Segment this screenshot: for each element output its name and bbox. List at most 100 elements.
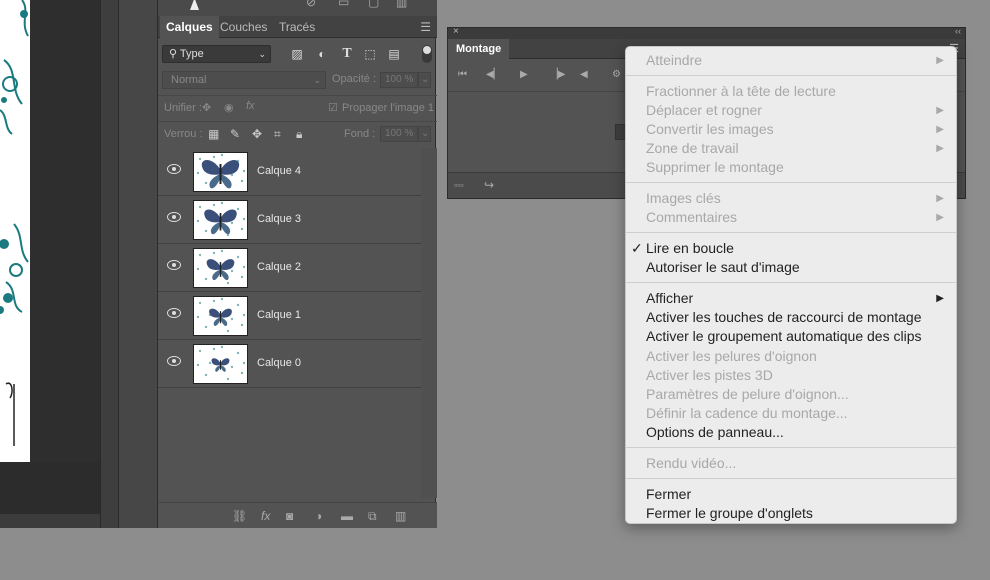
first-frame-icon[interactable]: ⏮ xyxy=(458,69,467,80)
layer-list-scrollbar[interactable] xyxy=(421,148,437,498)
menu-item-label: Paramètres de pelure d'oignon... xyxy=(646,385,849,402)
unify-row: Unifier : ✥ ◉ fx ☑ Propager l'image 1 xyxy=(158,95,437,121)
layer-filter-select[interactable]: ⚲ Type ⌄ xyxy=(162,45,271,63)
lock-transparency-icon[interactable]: ▦ xyxy=(208,127,219,141)
close-icon[interactable]: × xyxy=(453,26,459,37)
eye-icon[interactable] xyxy=(167,356,181,366)
layer-name: Calque 0 xyxy=(257,357,302,369)
tab-couches[interactable]: Couches xyxy=(214,16,273,38)
collapse-icon[interactable]: ‹‹ xyxy=(955,26,961,36)
trash-icon[interactable]: ▥ xyxy=(396,0,407,9)
menu-item[interactable]: Autoriser le saut d'image xyxy=(626,258,956,277)
layers-panel: ⊘ ▭ ▢ ▥ Calques Couches Tracés ☰ ⚲ Type … xyxy=(157,0,437,528)
blend-mode-value: Normal xyxy=(171,74,207,86)
fx-icon[interactable]: fx xyxy=(261,509,270,523)
menu-item[interactable]: Activer les touches de raccourci de mont… xyxy=(626,308,956,327)
unify-style-icon[interactable]: fx xyxy=(246,100,255,112)
slider-thumb-icon[interactable] xyxy=(190,0,199,10)
type-filter-icon[interactable]: T xyxy=(339,46,355,62)
document-page[interactable] xyxy=(0,0,30,462)
menu-item-label: Activer le groupement automatique des cl… xyxy=(646,328,922,345)
submenu-arrow-icon: ▶ xyxy=(936,143,944,155)
menu-item[interactable]: Activer le groupement automatique des cl… xyxy=(626,327,956,346)
menu-item-label: Atteindre xyxy=(646,52,703,68)
trash-icon[interactable]: ▥ xyxy=(395,509,406,523)
checkbox-icon[interactable]: ☑ xyxy=(328,101,338,114)
unify-position-icon[interactable]: ✥ xyxy=(202,101,211,114)
tab-traces[interactable]: Tracés xyxy=(273,16,321,38)
lock-pixels-icon[interactable]: ✎ xyxy=(230,127,240,141)
mask-icon[interactable]: ◙ xyxy=(286,509,293,523)
layer-row[interactable]: Calque 4 xyxy=(158,148,421,196)
layer-row[interactable]: Calque 0 xyxy=(158,340,421,388)
shape-filter-icon[interactable]: ⬚ xyxy=(362,46,378,62)
layer-row[interactable]: Calque 1 xyxy=(158,292,421,340)
floral-ornament-artwork xyxy=(0,0,29,446)
smart-object-filter-icon[interactable]: ▤ xyxy=(386,46,402,62)
submenu-arrow-icon: ▶ xyxy=(936,193,944,205)
layer-thumbnail xyxy=(193,344,248,384)
unify-visibility-icon[interactable]: ◉ xyxy=(224,101,234,114)
adjustment-icon[interactable]: ◑ xyxy=(315,509,322,523)
tab-calques[interactable]: Calques xyxy=(160,16,219,38)
eye-icon[interactable] xyxy=(167,260,181,270)
lock-artboard-icon[interactable]: ⌗ xyxy=(274,127,281,142)
audio-icon[interactable]: ◀ xyxy=(580,69,588,80)
layer-name: Calque 1 xyxy=(257,309,302,321)
panel-menu-icon[interactable]: ☰ xyxy=(420,20,431,34)
menu-item[interactable]: Afficher ▶ xyxy=(626,289,956,308)
menu-item-label: Autoriser le saut d'image xyxy=(646,259,800,276)
folder-icon[interactable]: ▭ xyxy=(338,0,349,9)
menu-item: Supprimer le montage xyxy=(626,158,956,177)
convert-icon[interactable]: ↪ xyxy=(484,178,494,192)
menu-item: Activer les pistes 3D xyxy=(626,366,956,385)
layer-name: Calque 3 xyxy=(257,213,302,225)
canvas-scrollbar[interactable] xyxy=(100,0,118,528)
montage-titlebar: × ‹‹ xyxy=(448,26,965,39)
menu-item[interactable]: Fermer xyxy=(626,485,956,504)
folder-icon[interactable]: ▬ xyxy=(341,509,353,523)
eye-icon[interactable] xyxy=(167,212,181,222)
new-layer-icon[interactable]: ▢ xyxy=(368,0,379,9)
prev-frame-icon[interactable]: ◀▏ xyxy=(486,69,501,80)
tab-montage[interactable]: Montage xyxy=(448,39,510,59)
opacity-field[interactable]: 100 % xyxy=(380,72,418,88)
canvas-pasteboard xyxy=(30,0,100,514)
propagate-label: Propager l'image 1 xyxy=(342,102,434,114)
chevron-down-icon[interactable]: ⌄ xyxy=(418,126,431,142)
menu-item[interactable]: Fermer le groupe d'onglets xyxy=(626,504,956,523)
link-icon[interactable]: ⛓ xyxy=(232,509,247,523)
menu-item-label: Options de panneau... xyxy=(646,423,784,440)
frame-animation-icon[interactable]: ▫▫▫ xyxy=(454,180,464,190)
image-filter-icon[interactable]: ▨ xyxy=(289,46,305,62)
canvas-pasteboard-bottom xyxy=(0,462,100,514)
layer-row[interactable]: Calque 2 xyxy=(158,244,421,292)
eye-icon[interactable] xyxy=(167,164,181,174)
search-icon: ⚲ xyxy=(169,48,180,60)
new-layer-icon[interactable]: ⧉ xyxy=(368,509,377,524)
menu-item-label: Afficher xyxy=(646,290,694,307)
eye-icon[interactable] xyxy=(167,308,181,318)
chevron-down-icon[interactable]: ⌄ xyxy=(418,72,431,88)
blend-mode-select[interactable]: Normal ⌄ xyxy=(162,71,326,89)
menu-item-label: Lire en boucle xyxy=(646,240,734,257)
filter-toggle-switch[interactable] xyxy=(422,45,432,63)
menu-item[interactable]: Options de panneau... xyxy=(626,423,956,442)
adjustment-filter-icon[interactable]: ◐ xyxy=(314,46,330,62)
settings-icon[interactable]: ⚙ xyxy=(612,69,621,80)
unify-label: Unifier : xyxy=(164,102,202,114)
menu-item[interactable]: ✓ Lire en boucle xyxy=(626,239,956,258)
fill-field[interactable]: 100 % xyxy=(380,126,418,142)
lock-all-icon[interactable]: 🔒︎ xyxy=(296,127,302,142)
panel-dock-strip xyxy=(118,0,158,528)
lock-position-icon[interactable]: ✥ xyxy=(252,127,262,141)
menu-item-label: Activer les pelures d'oignon xyxy=(646,347,817,364)
next-frame-icon[interactable]: ▕▶ xyxy=(550,69,565,80)
menu-item: Zone de travail ▶ xyxy=(626,139,956,158)
menu-item-label: Rendu vidéo... xyxy=(646,454,737,471)
canvas-area[interactable] xyxy=(0,0,118,528)
play-icon[interactable]: ▶ xyxy=(520,69,528,80)
menu-item: Rendu vidéo... xyxy=(626,454,956,473)
visibility-icon[interactable]: ⊘ xyxy=(306,0,316,9)
layer-row[interactable]: Calque 3 xyxy=(158,196,421,244)
